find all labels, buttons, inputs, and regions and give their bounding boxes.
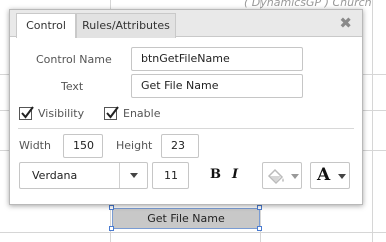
close-icon[interactable]: ✖ [339,15,352,31]
get-file-name-button[interactable]: Get File Name [112,208,260,229]
visibility-checkbox[interactable] [19,106,34,120]
width-label: Width [19,139,51,152]
font-family-value: Verdana [32,169,78,182]
tab-control[interactable]: Control [16,13,76,38]
font-color-icon: A [317,165,331,185]
resize-handle[interactable] [109,205,114,210]
chevron-down-icon [338,174,346,179]
control-name-field[interactable]: btnGetFileName [131,47,303,71]
enable-checkbox[interactable] [104,106,119,120]
divider [18,128,354,129]
font-family-select[interactable]: Verdana [19,162,148,189]
background-form-title: ( DynamicsGP ) Church [244,0,372,9]
resize-handle[interactable] [109,226,114,231]
grid-line [372,0,373,242]
paint-bucket-icon [267,168,284,185]
control-properties-panel: Control Rules/Attributes ✖ Control Name … [9,9,363,205]
resize-handle[interactable] [257,226,262,231]
resize-handle[interactable] [257,205,262,210]
width-field[interactable]: 150 [63,134,103,158]
control-name-label: Control Name [36,53,112,66]
height-field[interactable]: 23 [161,134,199,158]
height-label: Height [116,139,153,152]
enable-label: Enable [123,107,161,120]
chevron-down-icon [291,174,299,179]
font-color-dropdown[interactable]: A [310,162,350,189]
bold-button[interactable]: B [210,167,221,182]
visibility-label: Visibility [38,107,85,120]
font-size-field[interactable]: 11 [152,162,189,189]
checkmark-icon [106,106,119,119]
tab-rules-attributes[interactable]: Rules/Attributes [76,13,176,38]
grid-line [0,232,386,233]
text-label: Text [61,80,84,93]
checkmark-icon [21,106,34,119]
fill-color-dropdown[interactable] [262,162,302,189]
text-field[interactable]: Get File Name [131,74,303,98]
panel-tab-bar: Control Rules/Attributes ✖ [10,10,362,38]
italic-button[interactable]: I [232,167,238,182]
chevron-down-icon [119,163,147,188]
